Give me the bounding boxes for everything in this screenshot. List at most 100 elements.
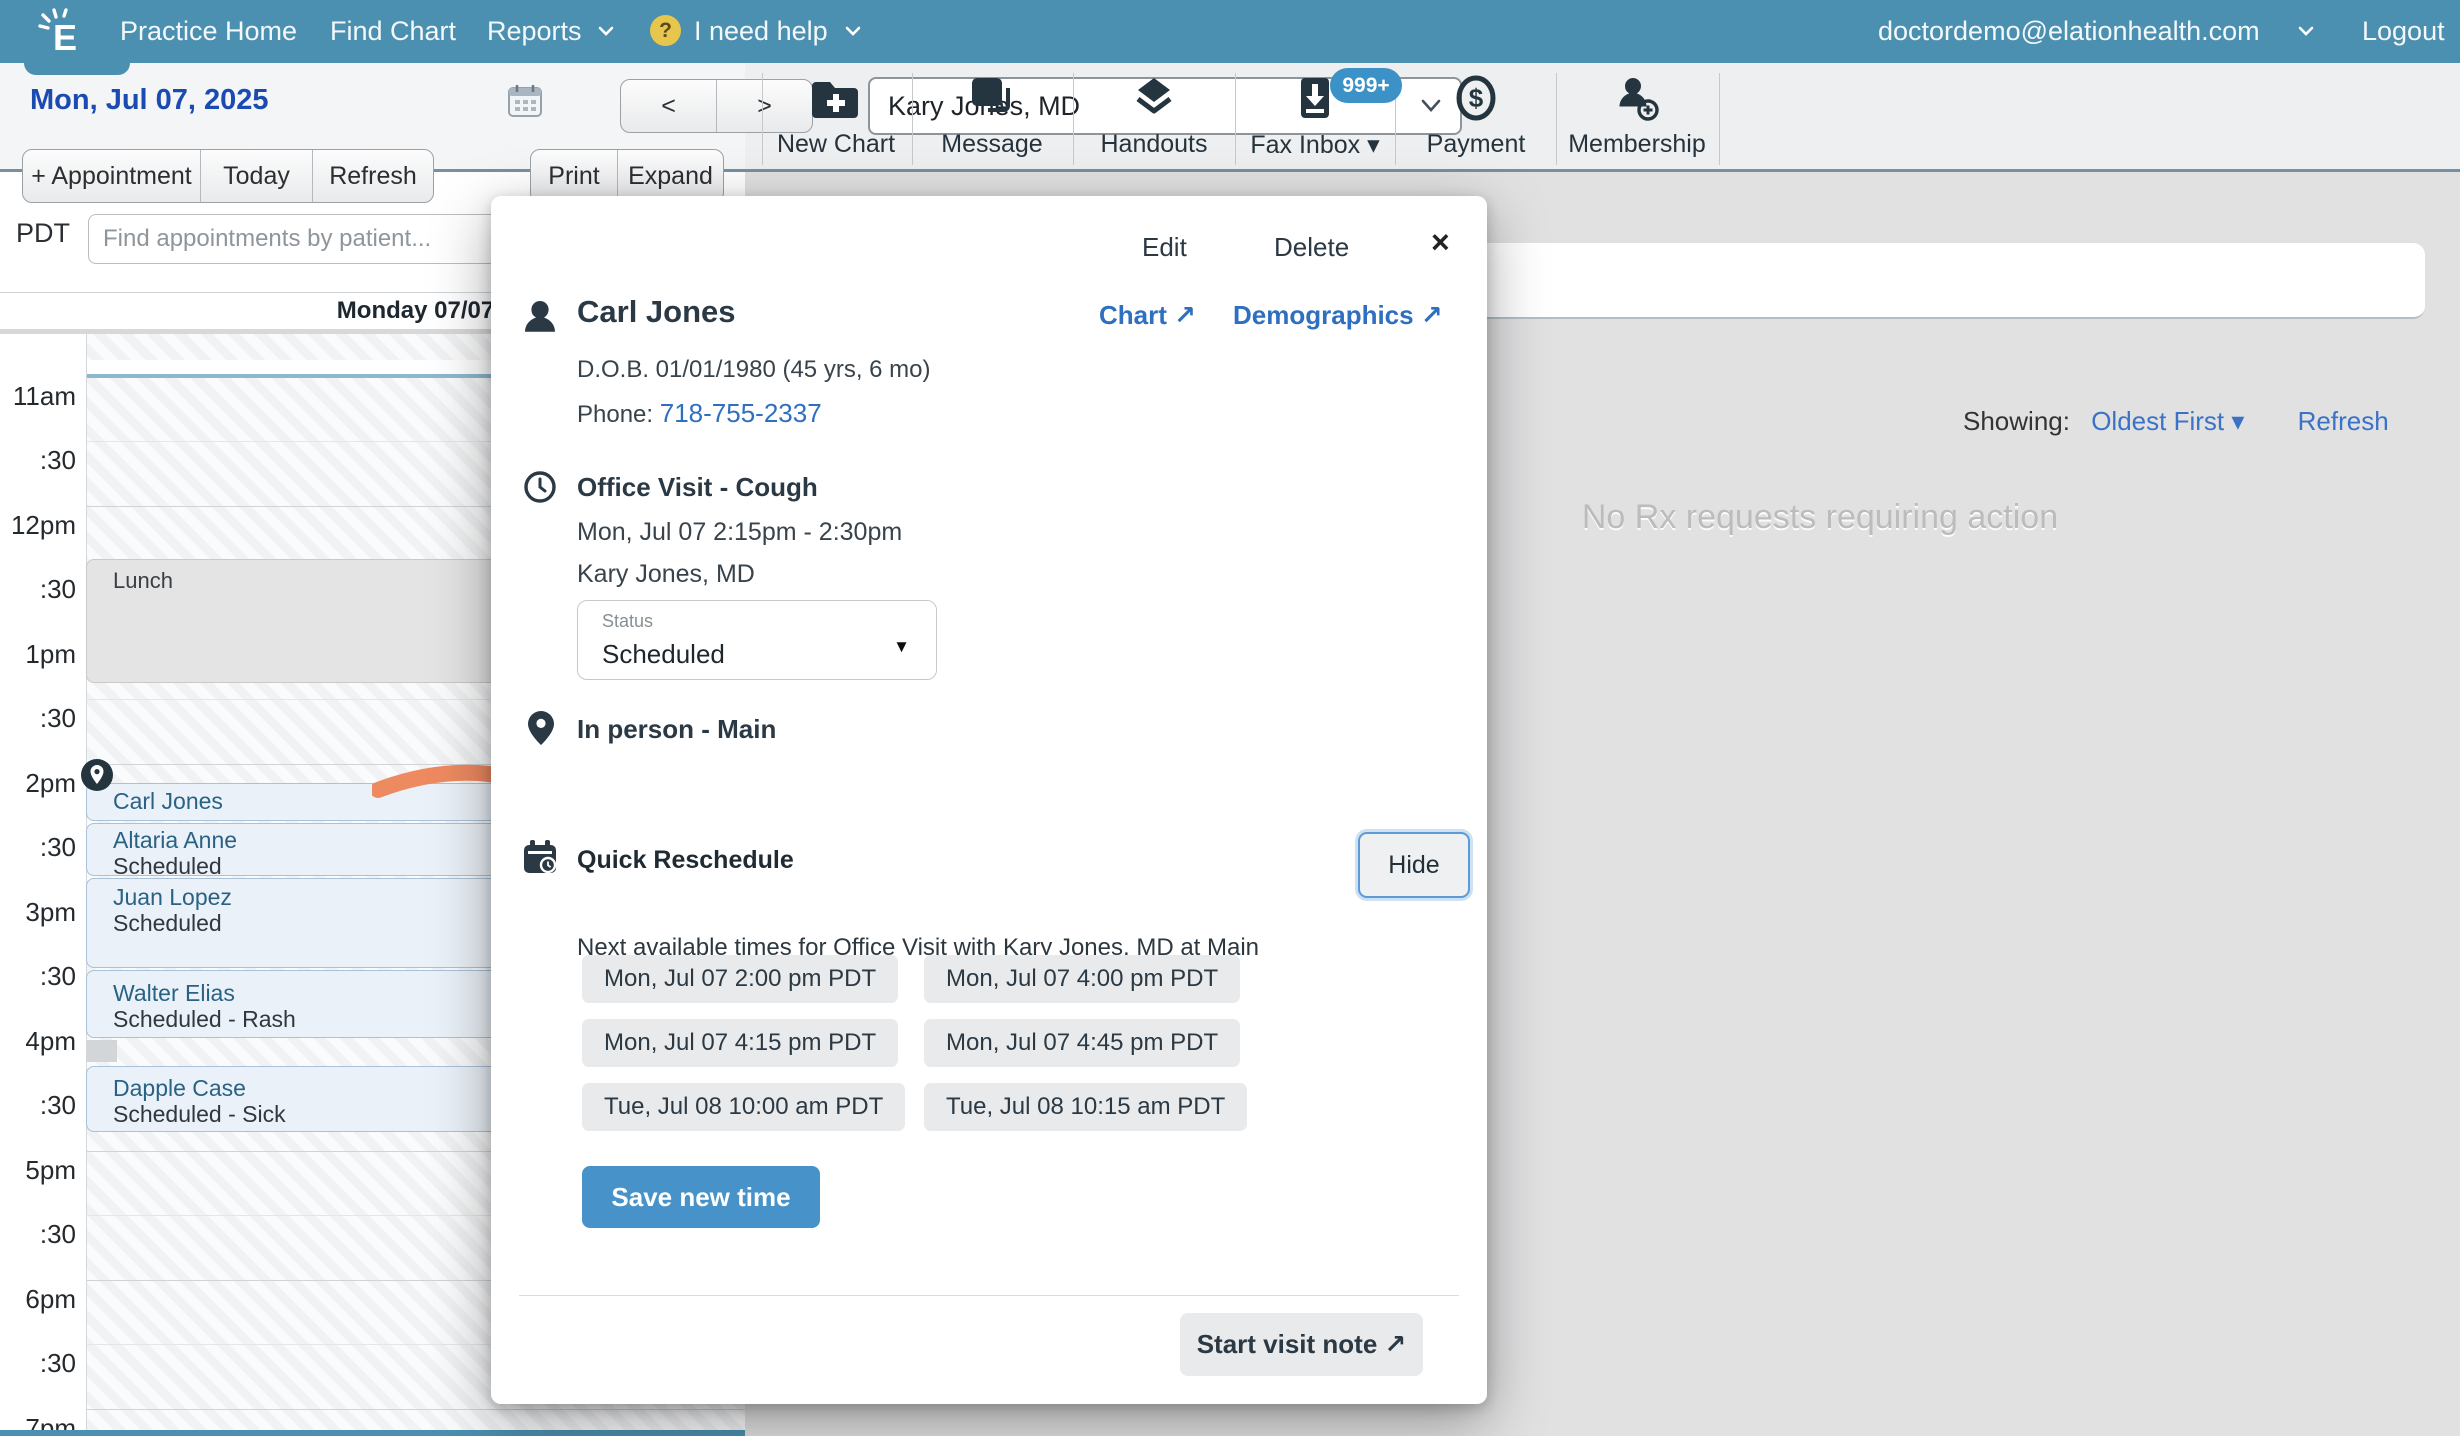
print-button[interactable]: Print bbox=[531, 150, 618, 202]
fax-count-badge: 999+ bbox=[1330, 68, 1402, 103]
nav-find-chart[interactable]: Find Chart bbox=[330, 16, 456, 47]
nav-need-help[interactable]: I need help bbox=[694, 16, 828, 47]
showing-row: Showing: Oldest First ▾ Refresh bbox=[1963, 406, 2389, 437]
message-button[interactable]: Message bbox=[917, 74, 1067, 159]
calendar-actions-group: + Appointment Today Refresh bbox=[22, 149, 434, 203]
toolbar-divider bbox=[1556, 73, 1557, 165]
new-chart-label: New Chart bbox=[761, 130, 911, 159]
hide-button[interactable]: Hide bbox=[1358, 832, 1470, 898]
handouts-label: Handouts bbox=[1079, 130, 1229, 159]
toolbar-divider bbox=[1719, 73, 1720, 165]
location-pin-marker-icon bbox=[80, 758, 114, 792]
expand-button[interactable]: Expand bbox=[618, 150, 723, 202]
new-chart-button[interactable]: New Chart bbox=[761, 74, 911, 159]
handouts-button[interactable]: Handouts bbox=[1079, 74, 1229, 159]
day-header-gutter bbox=[0, 292, 86, 329]
nav-practice-home[interactable]: Practice Home bbox=[120, 16, 297, 47]
time-label: 12pm bbox=[0, 510, 76, 541]
slot-option-1[interactable]: Mon, Jul 07 2:00 pm PDT bbox=[582, 955, 898, 1003]
membership-button[interactable]: Membership bbox=[1562, 74, 1712, 159]
status-caret-icon: ▼ bbox=[893, 637, 910, 657]
visit-title: Office Visit - Cough bbox=[577, 472, 818, 503]
slot-option-3[interactable]: Mon, Jul 07 4:15 pm PDT bbox=[582, 1019, 898, 1067]
time-label: 5pm bbox=[0, 1155, 76, 1186]
logo-notch bbox=[24, 63, 130, 75]
patient-person-icon bbox=[521, 298, 559, 336]
time-label: :30 bbox=[0, 832, 76, 863]
status-value: Scheduled bbox=[602, 639, 725, 670]
rx-refresh-link[interactable]: Refresh bbox=[2298, 406, 2389, 436]
appointment-modal: Edit Delete × Carl Jones Chart ↗ Demogra… bbox=[491, 196, 1487, 1404]
patient-dob: D.O.B. 01/01/1980 (45 yrs, 6 mo) bbox=[577, 356, 931, 384]
patient-phone-row: Phone: 718-755-2337 bbox=[577, 398, 822, 429]
showing-label: Showing: bbox=[1963, 406, 2070, 436]
payment-button[interactable]: $ Payment bbox=[1401, 74, 1551, 159]
modal-edit-button[interactable]: Edit bbox=[1142, 232, 1187, 263]
time-label: :30 bbox=[0, 445, 76, 476]
time-label: :30 bbox=[0, 574, 76, 605]
toolbar-divider bbox=[1235, 73, 1236, 165]
nav-logout[interactable]: Logout bbox=[2362, 16, 2445, 47]
toolbar-divider bbox=[1073, 73, 1074, 165]
slot-option-2[interactable]: Mon, Jul 07 4:00 pm PDT bbox=[924, 955, 1240, 1003]
message-label: Message bbox=[917, 130, 1067, 159]
help-chevron-down-icon bbox=[845, 26, 861, 37]
time-label: 6pm bbox=[0, 1284, 76, 1315]
time-label: :30 bbox=[0, 1348, 76, 1379]
calendar-bottom-bar bbox=[0, 1430, 745, 1436]
calendar-date-label[interactable]: Mon, Jul 07, 2025 bbox=[30, 84, 269, 117]
modal-delete-button[interactable]: Delete bbox=[1274, 232, 1349, 263]
sort-order-dropdown[interactable]: Oldest First ▾ bbox=[2091, 406, 2244, 436]
membership-label: Membership bbox=[1562, 130, 1712, 159]
time-label: :30 bbox=[0, 1090, 76, 1121]
elation-logo-icon[interactable]: E bbox=[36, 8, 92, 56]
modal-close-icon[interactable]: × bbox=[1431, 226, 1450, 258]
slot-option-6[interactable]: Tue, Jul 08 10:15 am PDT bbox=[924, 1083, 1247, 1131]
fax-inbox-label: Fax Inbox ▾ bbox=[1240, 130, 1390, 160]
time-label: :30 bbox=[0, 961, 76, 992]
phone-label: Phone: bbox=[577, 401, 653, 428]
prev-day-button[interactable]: < bbox=[621, 80, 717, 132]
fax-caret-icon: ▾ bbox=[1367, 131, 1380, 159]
sort-caret-icon: ▾ bbox=[2231, 406, 2244, 436]
rx-empty-message: No Rx requests requiring action bbox=[1450, 498, 2190, 537]
time-label: 11am bbox=[0, 381, 76, 412]
demographics-link[interactable]: Demographics ↗ bbox=[1233, 300, 1443, 331]
slot-option-4[interactable]: Mon, Jul 07 4:45 pm PDT bbox=[924, 1019, 1240, 1067]
phone-link[interactable]: 718-755-2337 bbox=[660, 398, 822, 428]
handouts-stack-icon bbox=[1128, 74, 1180, 124]
status-label: Status bbox=[602, 611, 653, 632]
print-expand-group: Print Expand bbox=[530, 149, 724, 203]
timezone-label: PDT bbox=[16, 218, 70, 249]
refresh-button[interactable]: Refresh bbox=[313, 150, 433, 202]
date-picker-calendar-icon[interactable] bbox=[506, 82, 544, 120]
status-dropdown[interactable]: Status Scheduled ▼ bbox=[577, 600, 937, 680]
start-visit-note-button[interactable]: Start visit note ↗ bbox=[1180, 1313, 1423, 1376]
slot-option-5[interactable]: Tue, Jul 08 10:00 am PDT bbox=[582, 1083, 905, 1131]
reports-chevron-down-icon bbox=[598, 26, 614, 37]
visit-provider: Kary Jones, MD bbox=[577, 560, 755, 589]
svg-text:E: E bbox=[53, 17, 77, 56]
slot-indicator bbox=[87, 1040, 117, 1062]
toolbar-divider bbox=[912, 73, 913, 165]
app-root: E Practice Home Find Chart Reports ? I n… bbox=[0, 0, 2460, 1436]
modal-footer-divider bbox=[519, 1295, 1459, 1296]
quick-reschedule-calendar-icon bbox=[521, 838, 561, 878]
save-new-time-button[interactable]: Save new time bbox=[582, 1166, 820, 1228]
time-label: 4pm bbox=[0, 1026, 76, 1057]
time-label: :30 bbox=[0, 703, 76, 734]
visit-location: In person - Main bbox=[577, 714, 776, 745]
chart-link[interactable]: Chart ↗ bbox=[1099, 300, 1196, 331]
payment-dollar-icon: $ bbox=[1450, 74, 1502, 124]
today-button[interactable]: Today bbox=[201, 150, 313, 202]
location-pin-icon bbox=[527, 710, 555, 746]
svg-text:$: $ bbox=[1469, 83, 1484, 113]
nav-reports[interactable]: Reports bbox=[487, 16, 582, 47]
nav-account-email[interactable]: doctordemo@elationhealth.com bbox=[1878, 16, 2260, 47]
help-question-icon: ? bbox=[650, 15, 681, 46]
add-appointment-button[interactable]: + Appointment bbox=[23, 150, 201, 202]
patient-name: Carl Jones bbox=[577, 294, 736, 330]
membership-person-plus-icon bbox=[1611, 74, 1663, 124]
time-label: 2pm bbox=[0, 768, 76, 799]
account-chevron-down-icon bbox=[2298, 26, 2314, 37]
